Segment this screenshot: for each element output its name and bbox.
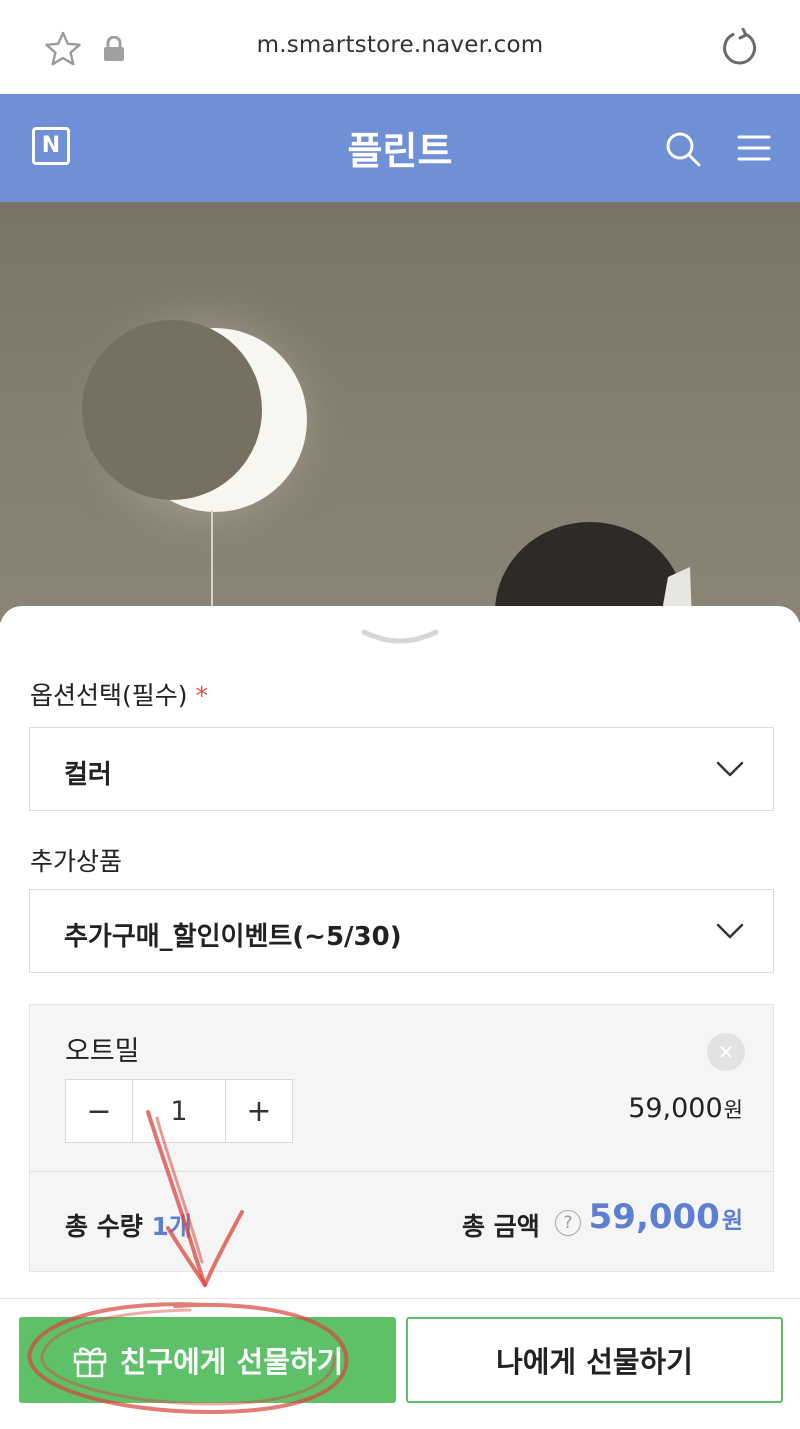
menu-icon[interactable] — [737, 134, 771, 162]
gift-to-me-label: 나에게 선물하기 — [496, 1345, 693, 1379]
gift-to-friend-label: 친구에게 선물하기 — [119, 1345, 344, 1379]
moon-lamp-photo — [55, 272, 692, 622]
gift-icon — [73, 1347, 106, 1378]
decrease-quantity-button[interactable]: − — [66, 1080, 132, 1142]
star-icon[interactable] — [44, 30, 82, 68]
item-name: 오트밀 — [65, 1036, 140, 1067]
total-quantity: 총 수량 1개 — [65, 1207, 192, 1243]
color-select-value: 컬러 — [64, 760, 112, 790]
total-quantity-value: 1개 — [151, 1212, 192, 1241]
store-header: N 플린트 — [0, 94, 800, 202]
extra-product-label: 추가상품 — [30, 847, 123, 876]
close-icon: ✕ — [717, 1040, 735, 1064]
quantity-value[interactable]: 1 — [132, 1080, 226, 1142]
total-amount-value: 59,000 — [588, 1197, 720, 1237]
item-price: 59,000원 — [628, 1093, 743, 1124]
divider — [30, 1171, 773, 1172]
quantity-stepper: − 1 + — [65, 1079, 293, 1143]
url-text[interactable]: m.smartstore.naver.com — [200, 32, 600, 58]
gift-to-me-button[interactable]: 나에게 선물하기 — [406, 1317, 783, 1403]
chevron-down-icon — [716, 923, 744, 939]
store-title[interactable]: 플린트 — [200, 120, 600, 175]
required-mark: * — [195, 681, 209, 710]
sheet-collapse-handle[interactable] — [360, 624, 440, 654]
total-amount-label: 총 금액 — [462, 1212, 540, 1241]
item-price-unit: 원 — [723, 1098, 743, 1122]
help-icon[interactable]: ? — [555, 1210, 581, 1236]
total-amount: 59,000원 — [589, 1197, 743, 1237]
naver-logo[interactable]: N — [32, 127, 70, 165]
option-required-text: 옵션선택(필수) — [30, 681, 188, 710]
extra-product-select-value: 추가구매_할인이벤트(~5/30) — [64, 922, 402, 952]
selected-item-card: 오트밀 ✕ − 1 + 59,000원 총 수량 1개 총 금액 ? 59,00… — [29, 1004, 774, 1272]
search-icon[interactable] — [664, 130, 702, 168]
product-image[interactable] — [0, 202, 800, 622]
total-quantity-label: 총 수량 — [65, 1212, 143, 1241]
lock-icon — [104, 36, 124, 61]
option-required-label: 옵션선택(필수) * — [30, 676, 208, 712]
color-select[interactable]: 컬러 — [29, 727, 774, 811]
gift-to-friend-button[interactable]: 친구에게 선물하기 — [19, 1317, 396, 1403]
remove-item-button[interactable]: ✕ — [707, 1033, 745, 1071]
chevron-down-icon — [716, 761, 744, 777]
total-amount-unit: 원 — [721, 1208, 743, 1234]
browser-bar: m.smartstore.naver.com — [0, 0, 800, 95]
reload-icon[interactable] — [719, 28, 759, 68]
extra-product-select[interactable]: 추가구매_할인이벤트(~5/30) — [29, 889, 774, 973]
item-price-value: 59,000 — [628, 1093, 723, 1124]
increase-quantity-button[interactable]: + — [226, 1080, 292, 1142]
purchase-sheet: 옵션선택(필수) * 컬러 추가상품 추가구매_할인이벤트(~5/30) 오트밀 … — [0, 606, 800, 1429]
action-bar: 친구에게 선물하기 나에게 선물하기 — [0, 1298, 800, 1429]
